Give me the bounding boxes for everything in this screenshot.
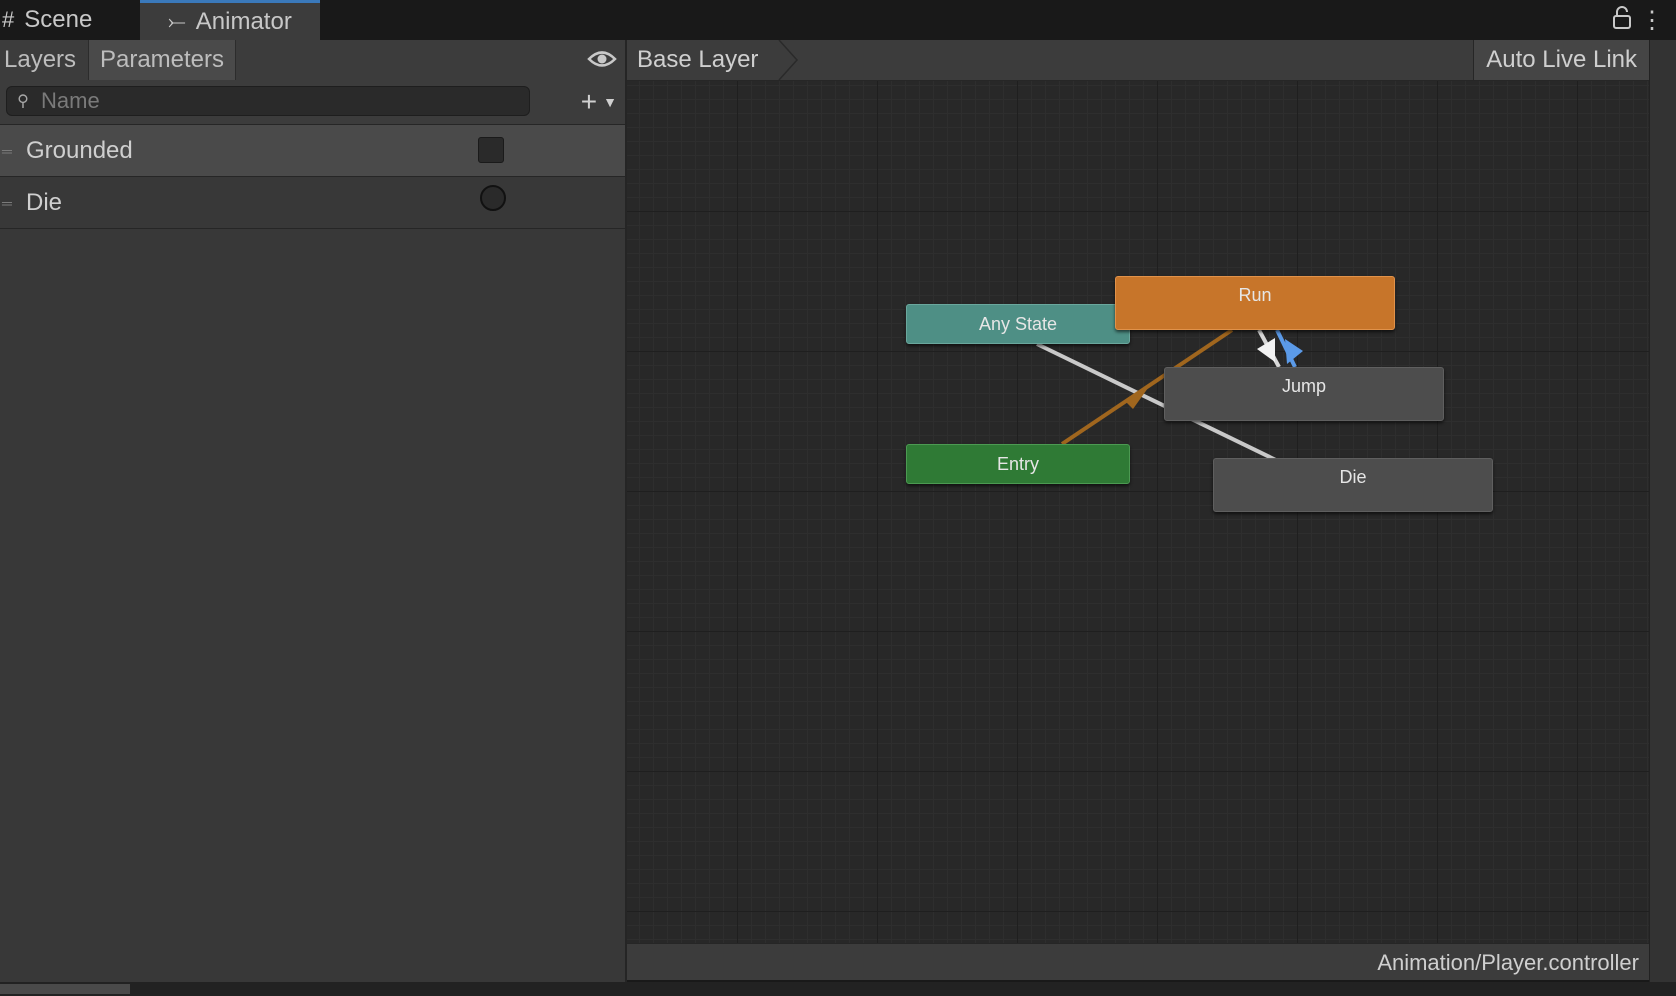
- lock-icon[interactable]: [1612, 6, 1632, 36]
- breadcrumb-arrow-icon: [778, 40, 799, 80]
- parameter-name: Die: [26, 188, 63, 216]
- panel-tabs: Layers Parameters: [0, 40, 625, 81]
- state-machine-graph[interactable]: Any State Run Jump Entry Die: [627, 81, 1649, 943]
- tab-scene-label: Scene: [24, 6, 93, 33]
- scrollbar-thumb[interactable]: [0, 984, 130, 994]
- search-box: ⚲: [6, 86, 530, 116]
- transition-lines: [1036, 328, 1303, 465]
- tab-animator[interactable]: ⤚ Animator: [140, 0, 320, 40]
- kebab-menu-icon[interactable]: ⋮: [1640, 6, 1664, 35]
- state-label: Run: [1238, 284, 1272, 305]
- state-run[interactable]: Run: [1115, 276, 1395, 330]
- state-label: Jump: [1281, 375, 1326, 396]
- transition-arrow-icon: [1285, 339, 1303, 364]
- horizontal-scrollbar[interactable]: [0, 982, 1676, 996]
- bool-checkbox[interactable]: [478, 137, 504, 163]
- parameter-row-die[interactable]: ═ Die: [0, 177, 625, 229]
- parameter-search-row: ⚲ + ▼: [0, 80, 625, 125]
- add-parameter-button[interactable]: + ▼: [581, 86, 617, 118]
- animator-icon: ⤚: [168, 8, 186, 34]
- state-die[interactable]: Die: [1213, 458, 1493, 512]
- drag-handle-icon[interactable]: ═: [2, 143, 16, 159]
- graph-footer: Animation/Player.controller: [627, 943, 1649, 980]
- state-jump[interactable]: Jump: [1164, 367, 1444, 421]
- add-icon: +: [580, 86, 598, 117]
- right-scroll-strip[interactable]: [1649, 40, 1676, 982]
- search-input[interactable]: [39, 87, 529, 115]
- parameters-panel: Layers Parameters ⚲ + ▼ ═ Grounded ═ Die: [0, 40, 627, 982]
- drag-handle-icon[interactable]: ═: [2, 195, 16, 211]
- state-label: Die: [1339, 466, 1367, 487]
- dropdown-caret-icon: ▼: [603, 94, 617, 110]
- parameter-name: Grounded: [26, 136, 133, 164]
- trigger-radio[interactable]: [480, 185, 506, 211]
- search-icon: ⚲: [17, 93, 29, 110]
- breadcrumb-label: Base Layer: [637, 46, 759, 73]
- parameter-row-grounded[interactable]: ═ Grounded: [0, 125, 625, 177]
- auto-live-link-button[interactable]: Auto Live Link: [1473, 40, 1649, 80]
- breadcrumb[interactable]: Base Layer: [627, 40, 789, 80]
- graph-toolbar: Base Layer Auto Live Link: [627, 40, 1649, 81]
- tab-scene[interactable]: # Scene: [0, 0, 142, 40]
- grid-icon: #: [2, 7, 15, 32]
- tab-animator-label: Animator: [195, 7, 292, 35]
- state-any-state[interactable]: Any State: [906, 304, 1130, 344]
- window-tab-bar: # Scene ⤚ Animator ⋮: [0, 0, 1676, 41]
- state-label: Any State: [978, 313, 1058, 334]
- tab-parameters[interactable]: Parameters: [88, 40, 236, 80]
- tab-layers[interactable]: Layers: [0, 40, 88, 80]
- eye-icon[interactable]: [587, 46, 617, 77]
- controller-path: Animation/Player.controller: [1377, 950, 1639, 975]
- state-label: Entry: [996, 453, 1039, 474]
- state-entry[interactable]: Entry: [906, 444, 1130, 484]
